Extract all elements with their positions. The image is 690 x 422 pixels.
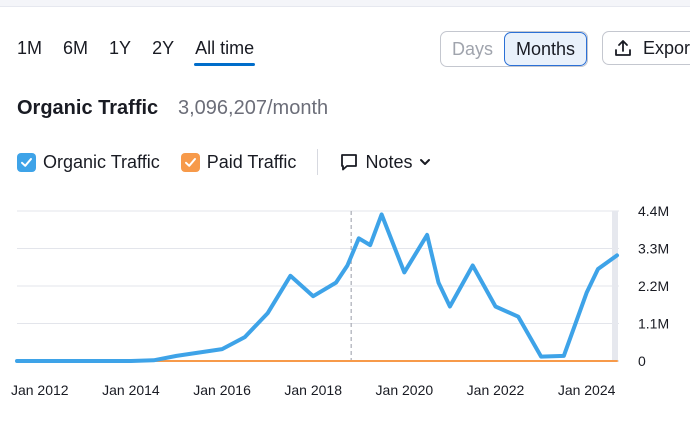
legend-organic-label: Organic Traffic <box>43 151 160 172</box>
days-button[interactable]: Days <box>441 32 504 66</box>
range-2y[interactable]: 2Y <box>152 36 174 66</box>
x-tick-label: Jan 2024 <box>558 382 616 398</box>
traffic-chart[interactable]: 4.4M3.3M2.2M1.1M0 Jan 2012 Jan 2014 Jan 20… <box>0 195 690 422</box>
range-all-time[interactable]: All time <box>194 36 256 66</box>
export-button[interactable]: Expor <box>602 31 690 65</box>
x-tick-label: Jan 2022 <box>467 382 525 398</box>
notes-dropdown[interactable]: Notes <box>339 152 432 173</box>
x-tick-label: Jan 2012 <box>11 382 69 398</box>
x-axis: Jan 2012 Jan 2014 Jan 2016 Jan 2018 Jan 2020… <box>11 382 616 398</box>
legend-paid-label: Paid Traffic <box>206 151 297 172</box>
range-1y[interactable]: 1Y <box>109 36 131 66</box>
date-range-tabs: 1M 6M 1Y 2Y All time <box>17 36 275 66</box>
range-6m[interactable]: 6M <box>63 36 88 66</box>
months-button[interactable]: Months <box>504 32 588 66</box>
x-tick-label: Jan 2016 <box>193 382 251 398</box>
legend-organic-traffic[interactable]: Organic Traffic <box>17 152 160 173</box>
notes-icon <box>341 154 358 171</box>
legend-paid-traffic[interactable]: Paid Traffic <box>180 151 297 173</box>
x-tick-label: Jan 2014 <box>102 382 160 398</box>
chart-edge-band <box>612 211 618 361</box>
y-axis: 4.4M 3.3M 2.2M 1.1M 0 <box>638 203 669 369</box>
top-divider <box>0 0 690 7</box>
traffic-value: 3,096,207/month <box>178 97 329 119</box>
chart-series <box>15 212 619 363</box>
x-tick-label: Jan 2020 <box>376 382 434 398</box>
y-tick-label: 2.2M <box>638 278 669 294</box>
export-icon <box>615 40 631 56</box>
chevron-down-icon <box>420 159 431 165</box>
range-1m[interactable]: 1M <box>17 36 42 66</box>
legend: Organic Traffic Paid Traffic Notes <box>17 149 432 175</box>
legend-divider <box>317 149 319 175</box>
checkbox-organic-icon <box>17 152 36 172</box>
notes-label: Notes <box>365 151 413 172</box>
organic-traffic-line <box>15 212 619 363</box>
chart-title: Organic Traffic <box>17 97 159 119</box>
x-tick-label: Jan 2018 <box>284 382 342 398</box>
granularity-toggle: Days Months <box>440 31 589 67</box>
y-tick-label: 4.4M <box>638 203 669 219</box>
y-tick-label: 0 <box>638 353 646 369</box>
checkbox-paid-icon <box>180 152 200 172</box>
y-tick-label: 1.1M <box>638 316 669 332</box>
y-tick-label: 3.3M <box>638 241 669 257</box>
export-label: Expor <box>643 37 690 58</box>
